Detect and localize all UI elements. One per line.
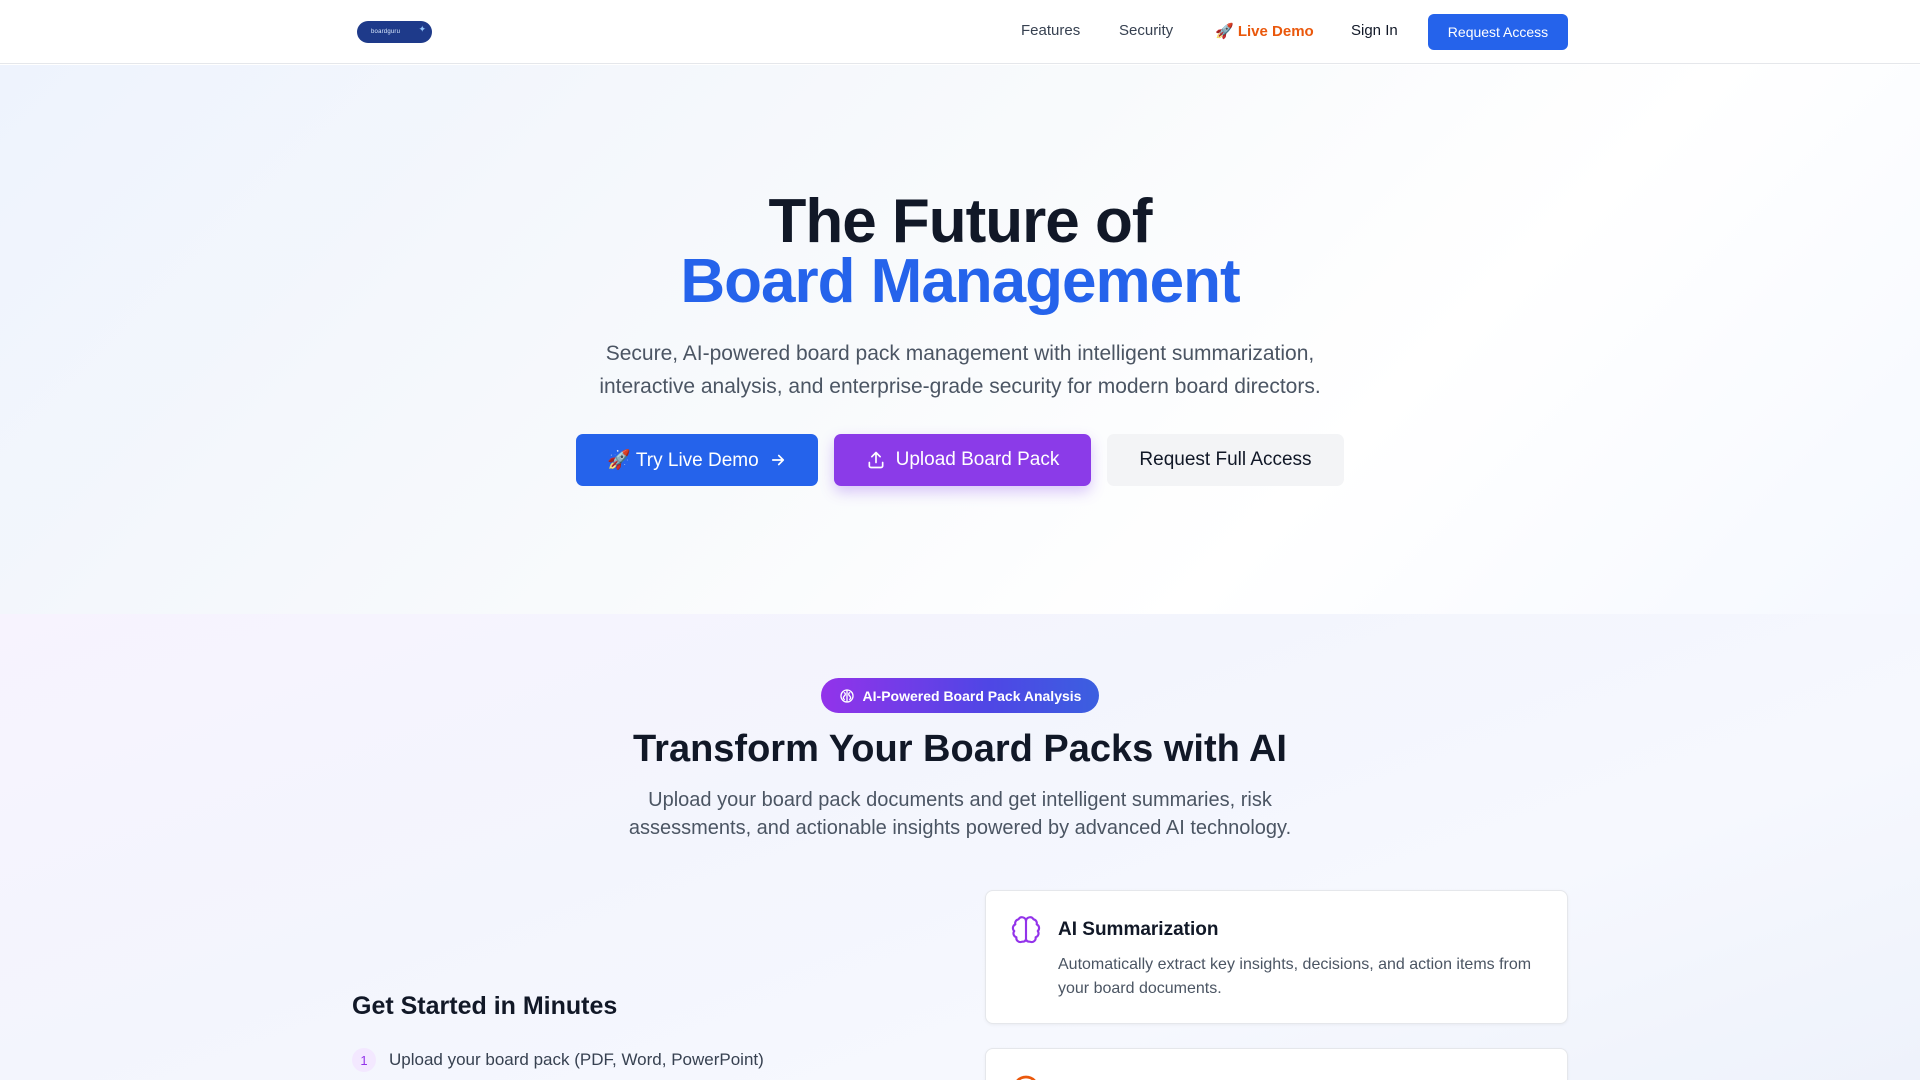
try-live-demo-button[interactable]: 🚀 Try Live Demo [576,434,818,486]
hero-title-line1: The Future of [768,187,1152,256]
card-description: Automatically extract key insights, deci… [1058,956,1532,997]
step-text: Upload your board pack (PDF, Word, Power… [389,1050,764,1069]
card-title: AI Summarization [1058,919,1219,940]
hero-title-line2: Board Management [680,247,1240,316]
step-number: 1 [352,1048,376,1072]
feature-card-risk [985,1048,1568,1080]
sign-in-link[interactable]: Sign In [1351,22,1398,39]
request-full-access-button[interactable]: Request Full Access [1107,434,1344,486]
request-access-button[interactable]: Request Access [1428,14,1568,50]
logo-sparkle-icon: ✦ [418,24,426,34]
brain-icon [1010,915,1042,952]
get-started-step: 1 Upload your board pack (PDF, Word, Pow… [352,1048,764,1072]
nav-link-live-demo[interactable]: 🚀 Live Demo [1215,22,1314,40]
section-subtitle: Upload your board pack documents and get… [628,789,1292,839]
boardguru-logo[interactable]: boardguru ✦ [357,21,432,43]
ai-analysis-badge: AI-Powered Board Pack Analysis [821,678,1099,713]
logo-text: boardguru [371,29,401,35]
alert-icon [1010,1073,1042,1080]
get-started-title: Get Started in Minutes [352,992,618,1020]
hero-section: The Future of Board Management Secure, A… [0,65,1920,614]
arrow-right-icon [769,451,787,469]
brain-icon [839,688,855,704]
upload-board-pack-button[interactable]: Upload Board Pack [834,434,1091,486]
top-nav: boardguru ✦ Features Security 🚀 Live Dem… [0,0,1920,64]
ai-features-section: AI-Powered Board Pack Analysis Transform… [0,614,1920,1080]
try-live-demo-label: 🚀 Try Live Demo [607,450,759,471]
upload-icon [866,450,886,470]
badge-label: AI-Powered Board Pack Analysis [862,687,1082,704]
section-title: Transform Your Board Packs with AI [633,728,1287,770]
upload-board-pack-label: Upload Board Pack [895,449,1060,470]
nav-link-security[interactable]: Security [1119,22,1173,39]
nav-link-features[interactable]: Features [1021,22,1080,39]
feature-card-ai-summarization: AI Summarization Automatically extract k… [985,890,1568,1024]
hero-subtitle: Secure, AI-powered board pack management… [599,342,1321,398]
